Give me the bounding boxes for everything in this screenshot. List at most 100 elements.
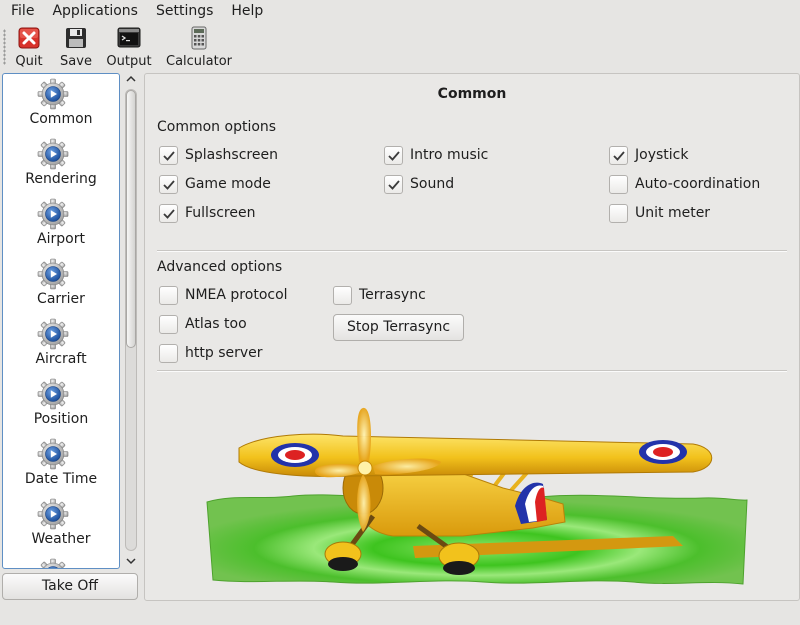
sidebar-item-label: Weather <box>31 531 91 547</box>
sidebar-item-label: Airport <box>37 231 85 247</box>
sidebar-scrollbar[interactable] <box>122 73 140 569</box>
checkbox-label: http server <box>185 345 263 361</box>
sidebar-item-partial[interactable] <box>3 554 119 569</box>
checkbox-label: Atlas too <box>185 316 247 332</box>
scroll-down-icon[interactable] <box>125 555 137 567</box>
sidebar-item-label: Carrier <box>37 291 85 307</box>
checkbox-box[interactable] <box>159 203 178 223</box>
output-button[interactable]: Output <box>106 26 152 70</box>
checkbox-label: Splashscreen <box>185 147 278 163</box>
checkbox-label: Joystick <box>635 147 689 163</box>
checkbox-box[interactable] <box>159 314 178 334</box>
gear-icon <box>37 558 69 569</box>
gear-icon <box>37 78 69 110</box>
sidebar-item-weather[interactable]: Weather <box>3 494 119 554</box>
wing-roundel-left <box>271 443 319 467</box>
gear-icon <box>37 498 69 530</box>
advanced-options-title: Advanced options <box>157 259 283 275</box>
menu-help[interactable]: Help <box>222 0 272 24</box>
checkbox-box[interactable] <box>159 343 178 363</box>
toolbar-grip[interactable] <box>3 29 6 65</box>
sidebar-item-label: Position <box>33 411 89 427</box>
section-divider <box>157 250 787 252</box>
auto-coordination-checkbox[interactable]: Auto-coordination <box>609 173 760 195</box>
atlas-too-checkbox[interactable]: Atlas too <box>159 313 247 335</box>
save-button[interactable]: Save <box>59 26 93 70</box>
checkbox-box[interactable] <box>159 285 178 305</box>
game-mode-checkbox[interactable]: Game mode <box>159 173 271 195</box>
sidebar-item-carrier[interactable]: Carrier <box>3 254 119 314</box>
sidebar-item-label: Date Time <box>24 471 98 487</box>
checkbox-box[interactable] <box>333 285 352 305</box>
sidebar-item-aircraft[interactable]: Aircraft <box>3 314 119 374</box>
fullscreen-checkbox[interactable]: Fullscreen <box>159 202 255 224</box>
sound-checkbox[interactable]: Sound <box>384 173 454 195</box>
save-label: Save <box>60 54 92 69</box>
checkbox-box[interactable] <box>609 203 628 223</box>
application-window: File Applications Settings Help Quit Sav… <box>0 0 800 625</box>
take-off-button[interactable]: Take Off <box>2 573 138 600</box>
checkbox-label: Auto-coordination <box>635 176 761 192</box>
gear-icon <box>37 378 69 410</box>
scrollbar-thumb[interactable] <box>126 90 136 348</box>
page-title: Common <box>437 86 507 102</box>
save-icon <box>66 28 86 48</box>
output-label: Output <box>106 54 152 69</box>
wing-roundel-right <box>639 440 687 464</box>
status-bar <box>0 601 800 625</box>
joystick-checkbox[interactable]: Joystick <box>609 144 688 166</box>
check-icon <box>388 150 400 161</box>
sidebar-item-rendering[interactable]: Rendering <box>3 134 119 194</box>
checkbox-box[interactable] <box>384 174 403 194</box>
sidebar-item-label: Rendering <box>25 171 97 187</box>
splashscreen-checkbox[interactable]: Splashscreen <box>159 144 278 166</box>
gear-icon <box>37 318 69 350</box>
checkbox-label: Intro music <box>410 147 489 163</box>
checkbox-box[interactable] <box>159 174 178 194</box>
checkbox-box[interactable] <box>384 145 403 165</box>
scrollbar-track[interactable] <box>125 89 137 551</box>
sidebar-item-airport[interactable]: Airport <box>3 194 119 254</box>
intro-music-checkbox[interactable]: Intro music <box>384 144 488 166</box>
checkbox-label: NMEA protocol <box>185 287 288 303</box>
gear-icon <box>37 138 69 170</box>
quit-label: Quit <box>15 54 43 69</box>
checkbox-label: Fullscreen <box>185 205 256 221</box>
scroll-up-icon[interactable] <box>125 73 137 85</box>
terrasync-checkbox[interactable]: Terrasync <box>333 284 426 306</box>
sidebar-item-position[interactable]: Position <box>3 374 119 434</box>
calculator-button[interactable]: Calculator <box>166 26 232 70</box>
gear-icon <box>37 438 69 470</box>
calculator-icon <box>191 26 207 50</box>
checkbox-box[interactable] <box>159 145 178 165</box>
airplane-illustration <box>206 407 748 585</box>
toolbar: Quit Save Output Calculator <box>0 24 800 70</box>
menu-bar: File Applications Settings Help <box>0 0 800 24</box>
calculator-label: Calculator <box>166 54 233 69</box>
tail-rudder <box>515 482 547 524</box>
gear-icon <box>37 198 69 230</box>
checkbox-box[interactable] <box>609 174 628 194</box>
common-options-title: Common options <box>157 119 277 135</box>
menu-file[interactable]: File <box>0 0 43 24</box>
menu-applications[interactable]: Applications <box>43 0 147 24</box>
settings-panel: Common Common options Splashscreen Intro… <box>144 73 800 601</box>
check-icon <box>388 179 400 190</box>
sidebar-item-label: Common <box>29 111 93 127</box>
http-server-checkbox[interactable]: http server <box>159 342 263 364</box>
checkbox-label: Sound <box>410 176 455 192</box>
nmea-protocol-checkbox[interactable]: NMEA protocol <box>159 284 288 306</box>
menu-settings[interactable]: Settings <box>147 0 222 24</box>
unit-meter-checkbox[interactable]: Unit meter <box>609 202 710 224</box>
terminal-icon <box>117 27 141 48</box>
check-icon <box>163 208 175 219</box>
checkbox-label: Terrasync <box>359 287 426 303</box>
stop-terrasync-button[interactable]: Stop Terrasync <box>333 314 464 341</box>
checkbox-box[interactable] <box>609 145 628 165</box>
quit-button[interactable]: Quit <box>14 26 44 70</box>
gear-icon <box>37 258 69 290</box>
sidebar-item-common[interactable]: Common <box>3 74 119 134</box>
checkbox-label: Game mode <box>185 176 271 192</box>
sidebar-item-date-time[interactable]: Date Time <box>3 434 119 494</box>
check-icon <box>163 179 175 190</box>
